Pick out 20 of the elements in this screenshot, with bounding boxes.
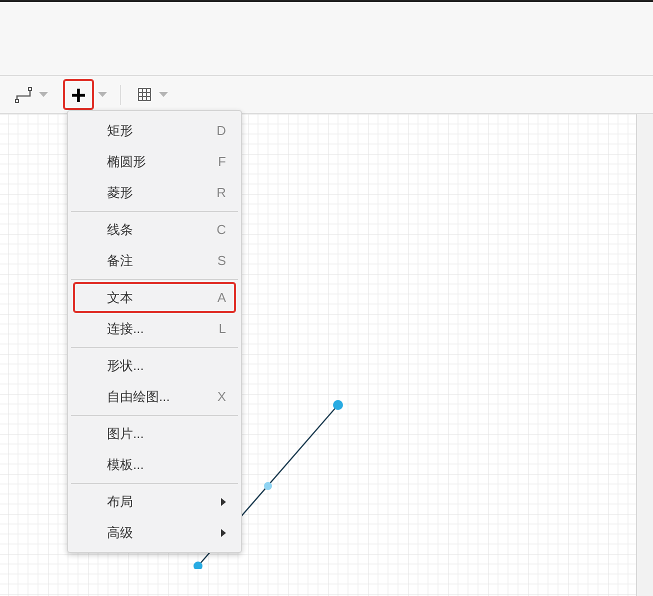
menu-item[interactable]: 线条 C: [73, 214, 236, 245]
menu-item[interactable]: 图片...: [73, 418, 236, 449]
caret-icon[interactable]: [39, 92, 48, 97]
menu-item[interactable]: 文本 A: [73, 282, 236, 313]
submenu-arrow-icon: [221, 498, 226, 506]
menu-item[interactable]: 矩形 D: [73, 115, 236, 146]
menu-item[interactable]: 形状...: [73, 350, 236, 381]
menu-item[interactable]: 布局: [73, 486, 236, 517]
connector-icon: [15, 86, 33, 102]
grid-icon: [138, 88, 150, 101]
menu-item[interactable]: 菱形 R: [73, 177, 236, 208]
menu-item[interactable]: 连接... L: [73, 313, 236, 344]
menu-item[interactable]: 自由绘图... X: [73, 381, 236, 412]
menu-item[interactable]: 高级: [73, 517, 236, 548]
menu-item[interactable]: 椭圆形 F: [73, 146, 236, 177]
menu-item[interactable]: 模板...: [73, 449, 236, 480]
menu-item[interactable]: 备注 S: [73, 245, 236, 276]
submenu-arrow-icon: [221, 528, 226, 536]
caret-icon[interactable]: [159, 92, 168, 97]
caret-icon[interactable]: [98, 92, 107, 97]
